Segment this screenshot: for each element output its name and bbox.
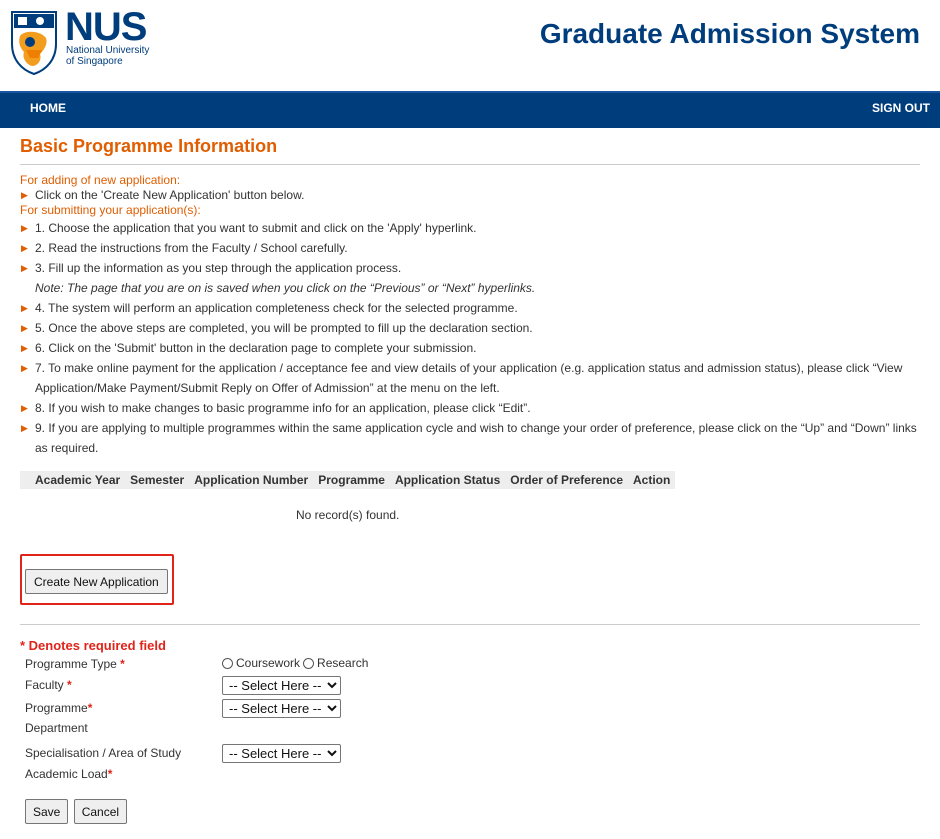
step-text: 3. Fill up the information as you step t… (35, 261, 402, 275)
col-semester: Semester (125, 471, 190, 489)
faculty-label: Faculty * (25, 678, 72, 692)
programme-label: Programme* (25, 701, 92, 715)
logo-subtitle: National University of Singapore (66, 45, 149, 67)
col-application-number: Application Number (189, 471, 314, 489)
nus-crest-icon (11, 11, 57, 76)
nav-signout-link[interactable]: SIGN OUT (872, 101, 930, 115)
bullet-arrow-icon: ▶ (21, 403, 28, 413)
step-item: ▶ 6. Click on the 'Submit' button in the … (20, 338, 920, 358)
programme-select-wrap: -- Select Here -- (222, 699, 341, 718)
adding-item: ▶ Click on the 'Create New Application' b… (20, 185, 920, 205)
col-programme: Programme (313, 471, 390, 489)
step-item: ▶ 4. The system will perform an applicati… (20, 298, 920, 318)
save-button[interactable]: Save (25, 799, 69, 824)
programme-label-text: Programme (25, 701, 88, 715)
applications-table: Academic Year Semester Application Numbe… (20, 471, 676, 489)
step-text: 2. Read the instructions from the Facult… (35, 241, 348, 255)
required-star: * (120, 657, 125, 671)
step-text: 8. If you wish to make changes to basic … (35, 401, 531, 415)
required-star: * (87, 701, 93, 715)
col-application-status: Application Status (389, 471, 506, 489)
logo-subtitle-line-1: National University (66, 45, 150, 56)
step-item: ▶ 8. If you wish to make changes to basic… (20, 398, 920, 418)
faculty-select-wrap: -- Select Here -- (222, 676, 341, 695)
required-star: * (67, 678, 72, 692)
step-item: ▶ 7. To make online payment for the appli… (20, 358, 920, 398)
adding-item-text: Click on the 'Create New Application' bu… (35, 188, 305, 202)
nus-logo[interactable]: NUS National University of Singapore (10, 5, 160, 80)
bullet-arrow-icon: ▶ (21, 343, 28, 353)
programme-type-label-text: Programme Type (25, 657, 117, 671)
step-note: Note: The page that you are on is saved … (35, 281, 536, 295)
logo-subtitle-line-2: of Singapore (66, 56, 123, 67)
specialisation-select-wrap: -- Select Here -- (222, 744, 341, 763)
bullet-arrow-icon: ▶ (21, 323, 28, 333)
create-button-highlight: Create New Application (20, 554, 174, 605)
bullet-arrow-icon: ▶ (21, 303, 28, 313)
step-item: ▶ 5. Once the above steps are completed, … (20, 318, 920, 338)
required-star: * (107, 767, 113, 781)
step-item: ▶ 2. Read the instructions from the Facul… (20, 238, 920, 258)
step-item: ▶ 9. If you are applying to multiple prog… (20, 418, 920, 458)
nav-home-link[interactable]: HOME (30, 101, 66, 115)
col-action: Action (628, 471, 676, 489)
academic-load-label-text: Academic Load (25, 767, 108, 781)
bullet-arrow-icon: ▶ (21, 263, 28, 273)
instructions: For adding of new application: ▶ Click on… (20, 172, 920, 458)
bullet-arrow-icon: ▶ (21, 223, 28, 233)
section-divider (20, 624, 920, 625)
faculty-label-text: Faculty (25, 678, 64, 692)
coursework-radio[interactable] (222, 657, 233, 669)
step-text: 1. Choose the application that you want … (35, 221, 477, 235)
page-title: Basic Programme Information (20, 136, 920, 165)
programme-type-radios: Coursework Research (222, 656, 368, 670)
adding-list: ▶ Click on the 'Create New Application' b… (20, 185, 920, 205)
programme-select[interactable]: -- Select Here -- (222, 699, 341, 718)
logo-wordmark: NUS (65, 5, 147, 49)
steps-list: ▶ 1. Choose the application that you want… (20, 218, 920, 278)
main-content: Basic Programme Information For adding o… (20, 128, 920, 824)
table-empty-message: No record(s) found. (296, 508, 400, 522)
step-text: 9. If you are applying to multiple progr… (35, 421, 917, 455)
system-title: Graduate Admission System (539, 18, 920, 49)
header: NUS National University of Singapore Gra… (0, 0, 940, 91)
form-actions: Save Cancel (25, 799, 129, 824)
research-radio-label[interactable]: Research (317, 656, 368, 670)
bullet-arrow-icon: ▶ (21, 190, 28, 200)
specialisation-select[interactable]: -- Select Here -- (222, 744, 341, 763)
col-order-of-preference: Order of Preference (505, 471, 628, 489)
steps-list-continued: ▶ 4. The system will perform an applicati… (20, 298, 920, 458)
step-text: 4. The system will perform an applicatio… (35, 301, 518, 315)
col-academic-year: Academic Year (20, 471, 126, 489)
faculty-select[interactable]: -- Select Here -- (222, 676, 341, 695)
required-field-note: * Denotes required field (20, 638, 166, 653)
coursework-radio-label[interactable]: Coursework (236, 656, 300, 670)
programme-type-label: Programme Type * (25, 657, 125, 671)
bullet-arrow-icon: ▶ (21, 363, 28, 373)
bullet-arrow-icon: ▶ (21, 243, 28, 253)
top-navbar: HOME SIGN OUT (0, 91, 940, 128)
department-label: Department (25, 721, 88, 735)
create-new-application-button[interactable]: Create New Application (25, 569, 168, 594)
step-item: ▶ 1. Choose the application that you want… (20, 218, 920, 238)
step-text: 6. Click on the 'Submit' button in the d… (35, 341, 477, 355)
cancel-button[interactable]: Cancel (73, 799, 128, 824)
bullet-arrow-icon: ▶ (21, 423, 28, 433)
step-item: ▶ 3. Fill up the information as you step … (20, 258, 920, 278)
table-header-row: Academic Year Semester Application Numbe… (20, 471, 676, 489)
academic-load-label: Academic Load* (25, 767, 112, 781)
step-text: 5. Once the above steps are completed, y… (35, 321, 533, 335)
research-radio[interactable] (303, 657, 315, 669)
specialisation-label: Specialisation / Area of Study (25, 746, 182, 760)
step-text: 7. To make online payment for the applic… (35, 361, 903, 395)
